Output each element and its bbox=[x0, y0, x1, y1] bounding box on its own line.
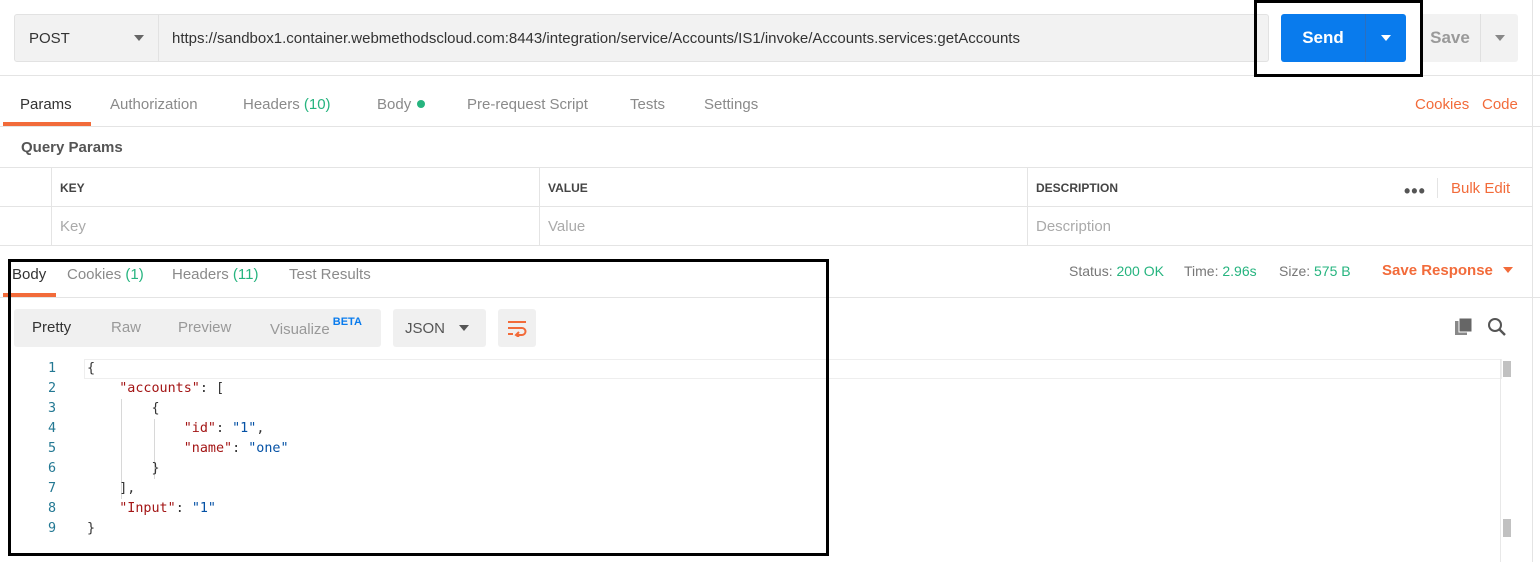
size-label: Size: bbox=[1279, 263, 1311, 279]
key-input[interactable]: Key bbox=[51, 207, 539, 246]
active-tab-indicator bbox=[3, 122, 91, 126]
copy-icon bbox=[1455, 317, 1473, 335]
method-label: POST bbox=[29, 29, 70, 47]
chevron-down-icon bbox=[134, 35, 144, 41]
size-info: Size: 575 B bbox=[1279, 263, 1351, 279]
scrollbar-thumb[interactable] bbox=[1503, 361, 1511, 377]
tab-headers-count: (10) bbox=[303, 96, 331, 113]
chevron-down-icon bbox=[1494, 35, 1505, 41]
code-link[interactable]: Code bbox=[1482, 96, 1518, 113]
bulk-edit-link[interactable]: Bulk Edit bbox=[1451, 180, 1510, 197]
url-text: https://sandbox1.container.webmethodsclo… bbox=[172, 29, 1020, 47]
search-icon bbox=[1488, 318, 1506, 336]
status-value: 200 OK bbox=[1116, 263, 1164, 279]
size-value: 575 B bbox=[1314, 263, 1351, 279]
status-info: Status: 200 OK bbox=[1069, 263, 1164, 279]
tab-params[interactable]: Params bbox=[20, 96, 72, 113]
query-params-title: Query Params bbox=[21, 139, 123, 156]
tab-tests[interactable]: Tests bbox=[630, 96, 665, 113]
save-button[interactable]: Save bbox=[1420, 14, 1518, 62]
save-response-label: Save Response bbox=[1382, 262, 1493, 279]
tab-body-label: Body bbox=[377, 96, 412, 113]
save-options-button[interactable] bbox=[1481, 35, 1518, 41]
tab-body[interactable]: Body bbox=[377, 96, 426, 113]
value-input[interactable]: Value bbox=[539, 207, 1027, 246]
method-select[interactable]: POST bbox=[14, 14, 159, 62]
response-highlight-box bbox=[8, 259, 829, 556]
tab-headers[interactable]: Headers (10) bbox=[243, 96, 331, 113]
more-options-icon[interactable]: ••• bbox=[1404, 181, 1426, 202]
column-header-key: KEY bbox=[51, 168, 539, 207]
url-input[interactable]: https://sandbox1.container.webmethodsclo… bbox=[159, 14, 1269, 62]
cookies-link[interactable]: Cookies bbox=[1415, 96, 1469, 113]
divider bbox=[1437, 178, 1438, 198]
tab-headers-label: Headers bbox=[243, 96, 300, 113]
scrollbar-marker bbox=[1503, 519, 1511, 537]
chevron-down-icon bbox=[1502, 267, 1513, 273]
status-label: Status: bbox=[1069, 263, 1113, 279]
time-label: Time: bbox=[1184, 263, 1219, 279]
save-label: Save bbox=[1430, 28, 1470, 47]
right-border bbox=[1532, 0, 1533, 562]
save-response-button[interactable]: Save Response bbox=[1382, 262, 1513, 279]
editor-scrollbar[interactable] bbox=[1500, 359, 1514, 562]
column-header-value: VALUE bbox=[539, 168, 1027, 207]
table-header-row: KEY VALUE DESCRIPTION bbox=[0, 168, 1532, 207]
copy-button[interactable] bbox=[1453, 316, 1475, 338]
query-params-table: KEY VALUE DESCRIPTION Key Value Descript… bbox=[0, 167, 1532, 246]
tab-authorization[interactable]: Authorization bbox=[110, 96, 198, 113]
tab-prerequest-script[interactable]: Pre-request Script bbox=[467, 96, 588, 113]
request-tabs: Params Authorization Headers (10) Body P… bbox=[0, 85, 1540, 127]
search-button[interactable] bbox=[1486, 316, 1508, 338]
table-row: Key Value Description bbox=[0, 207, 1532, 246]
time-info: Time: 2.96s bbox=[1184, 263, 1257, 279]
modified-dot-icon bbox=[417, 100, 426, 108]
send-highlight-box bbox=[1254, 0, 1423, 77]
tab-settings[interactable]: Settings bbox=[704, 96, 758, 113]
time-value: 2.96s bbox=[1222, 263, 1257, 279]
description-input[interactable]: Description bbox=[1027, 207, 1532, 246]
